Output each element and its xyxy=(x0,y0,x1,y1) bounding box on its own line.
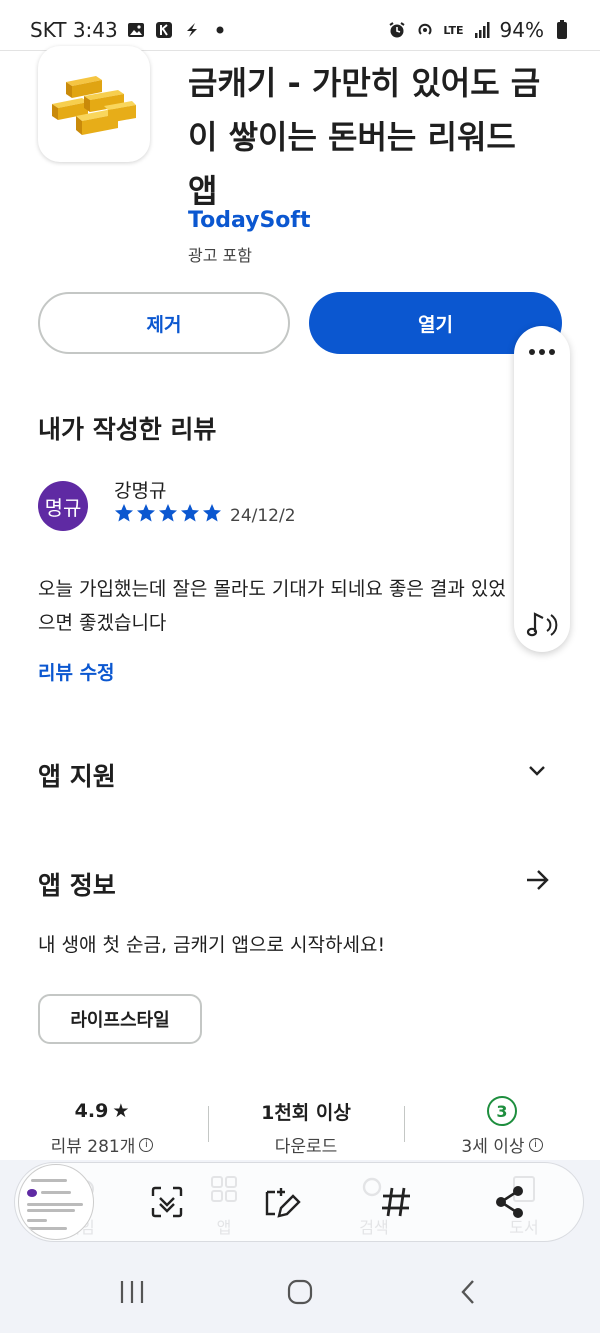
downloads-label: 다운로드 xyxy=(274,1137,338,1157)
stat-downloads: 1천회 이상 다운로드 xyxy=(216,1096,396,1158)
star-icon xyxy=(203,504,221,522)
more-options-icon[interactable] xyxy=(524,340,560,364)
chevron-down-icon[interactable] xyxy=(520,754,554,788)
draw-edit-icon[interactable] xyxy=(259,1180,303,1224)
star-icon xyxy=(115,504,133,522)
battery-percent: 94% xyxy=(499,18,544,42)
ads-note: 광고 포함 xyxy=(188,246,252,265)
star-rating xyxy=(114,503,222,523)
carrier-time: SKT 3:43 xyxy=(30,18,118,42)
hotspot-icon xyxy=(415,20,435,40)
home-icon[interactable] xyxy=(280,1274,320,1310)
remove-button[interactable]: 제거 xyxy=(38,292,290,354)
reviewer-name: 강명규 xyxy=(114,480,167,502)
network-type: LTE xyxy=(443,23,464,37)
stat-rating[interactable]: 4.9 ★ 리뷰 281개 i xyxy=(12,1096,192,1157)
share-icon[interactable] xyxy=(488,1180,532,1224)
recent-apps-icon[interactable] xyxy=(112,1274,152,1310)
battery-icon xyxy=(552,20,572,40)
avatar: 명규 xyxy=(38,481,88,531)
age-rating-badge: 3 xyxy=(487,1096,517,1126)
app-title: 금캐기 - 가만히 있어도 금이 쌓이는 돈버는 리워드 앱 xyxy=(188,64,541,210)
stat-divider xyxy=(208,1106,209,1142)
gold-bars-icon xyxy=(38,46,150,162)
edit-review-link[interactable]: 리뷰 수정 xyxy=(38,658,115,685)
review-text: 오늘 가입했는데 잘은 몰라도 기대가 되네요 좋은 결과 있었으면 좋겠습니다 xyxy=(38,578,506,634)
my-review-title: 내가 작성한 리뷰 xyxy=(38,415,217,444)
review-date: 24/12/2 xyxy=(230,506,296,526)
app-support-title[interactable]: 앱 지원 xyxy=(38,757,116,793)
hashtag-icon[interactable] xyxy=(374,1180,418,1224)
stat-divider xyxy=(404,1106,405,1142)
more-notifications-dot xyxy=(210,20,230,40)
star-icon: ★ xyxy=(112,1100,130,1122)
rating-value: 4.9 xyxy=(74,1100,109,1122)
gallery-icon xyxy=(126,20,146,40)
downloads-value: 1천회 이상 xyxy=(261,1101,351,1124)
signal-icon xyxy=(472,20,492,40)
developer-link[interactable]: TodaySoft xyxy=(188,208,311,233)
age-label: 3세 이상 xyxy=(461,1137,525,1157)
back-icon[interactable] xyxy=(448,1274,488,1310)
stat-age[interactable]: 3 3세 이상 i xyxy=(412,1096,592,1157)
status-bar: SKT 3:43 LTE 94% xyxy=(0,0,600,50)
system-nav-bar xyxy=(0,1250,600,1333)
arrow-right-icon[interactable] xyxy=(520,863,554,897)
info-icon[interactable]: i xyxy=(528,1137,543,1152)
smart-select-icon[interactable] xyxy=(145,1180,189,1224)
app-description: 내 생애 첫 순금, 금캐기 앱으로 시작하세요! xyxy=(38,934,386,956)
star-icon xyxy=(137,504,155,522)
floating-side-panel[interactable] xyxy=(514,326,570,652)
audio-note-icon[interactable] xyxy=(524,606,560,642)
info-icon[interactable]: i xyxy=(139,1137,154,1152)
app-notification-icon xyxy=(154,20,174,40)
screenshot-thumbnail[interactable] xyxy=(18,1164,94,1240)
alarm-icon xyxy=(387,20,407,40)
star-icon xyxy=(159,504,177,522)
rating-label: 리뷰 281개 xyxy=(50,1137,136,1157)
payment-icon xyxy=(182,20,202,40)
star-icon xyxy=(181,504,199,522)
category-chip[interactable]: 라이프스타일 xyxy=(38,994,202,1044)
app-info-title[interactable]: 앱 정보 xyxy=(38,866,116,902)
